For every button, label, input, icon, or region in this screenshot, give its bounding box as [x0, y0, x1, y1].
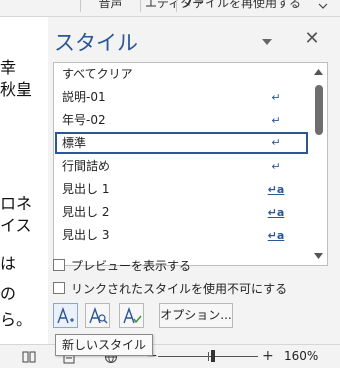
zoom-level[interactable]: 160% [284, 345, 318, 367]
styles-pane: スタイル ✕ すべてクリア 説明-01 ↵ 年号-02 ↵ 標準 ↵ 行間詰め [48, 17, 340, 344]
manage-styles-button[interactable] [119, 303, 144, 328]
style-item-heading-3[interactable]: 見出し 3 ↵a [55, 225, 308, 247]
style-inspector-icon [88, 306, 107, 323]
document-text: イス [0, 216, 32, 235]
style-list-scrollbar[interactable] [310, 63, 327, 265]
manage-styles-icon [122, 306, 142, 323]
document-text: は [0, 254, 17, 273]
ribbon: 音声 エディター ファイルを再使用する [0, 0, 340, 17]
status-bar: − + 160% [0, 344, 340, 368]
disable-linked-styles-checkbox[interactable] [53, 282, 65, 294]
disable-linked-styles-label: リンクされたスタイルを使用不可にする [71, 281, 288, 296]
paragraph-mark-icon: ↵ [271, 136, 281, 149]
style-item-label: 見出し 3 [62, 228, 110, 242]
paragraph-mark-icon: ↵ [271, 160, 281, 173]
ribbon-button-voice[interactable]: 音声 [80, 0, 140, 12]
document-text: の [0, 284, 17, 303]
style-item-label: 年号-02 [62, 113, 106, 127]
linked-style-icon: ↵a [267, 183, 285, 196]
scroll-down-arrow-icon[interactable] [313, 251, 324, 261]
close-icon[interactable]: ✕ [302, 29, 322, 49]
style-list: すべてクリア 説明-01 ↵ 年号-02 ↵ 標準 ↵ 行間詰め ↵ 見出し 1… [53, 62, 328, 266]
document-text: ロネ [0, 194, 33, 213]
style-item-label: すべてクリア [62, 67, 133, 81]
style-item-label: 見出し 1 [62, 182, 110, 196]
options-button[interactable]: オプション... [159, 303, 233, 328]
zoom-slider-center-mark [208, 352, 209, 361]
paragraph-mark-icon: ↵ [271, 114, 281, 127]
document-text: 幸 [0, 58, 17, 77]
style-item-clear-all[interactable]: すべてクリア [55, 64, 308, 86]
style-inspector-button[interactable] [85, 303, 110, 328]
linked-style-icon: ↵a [267, 206, 285, 219]
paragraph-mark-icon: ↵ [271, 91, 281, 104]
linked-style-icon: ↵a [267, 229, 285, 242]
show-preview-label: プレビューを表示する [71, 258, 192, 273]
document-text: ら。 [0, 310, 33, 329]
style-item-year-02[interactable]: 年号-02 ↵ [55, 110, 308, 132]
pane-title: スタイル [54, 31, 138, 55]
document-text: 秋皇 [0, 80, 33, 99]
chevron-down-icon[interactable] [316, 0, 330, 12]
style-item-description-01[interactable]: 説明-01 ↵ [55, 87, 308, 109]
style-item-heading-2[interactable]: 見出し 2 ↵a [55, 202, 308, 224]
scroll-up-arrow-icon[interactable] [313, 67, 324, 77]
tooltip: 新しいスタイル [55, 334, 154, 356]
disable-linked-styles-option[interactable]: リンクされたスタイルを使用不可にする [53, 280, 287, 296]
pane-options-dropdown-icon[interactable] [261, 37, 273, 47]
style-item-label: 標準 [62, 136, 87, 150]
ribbon-button-reuse-file[interactable]: ファイルを再使用する [176, 0, 316, 12]
show-preview-checkbox[interactable] [53, 259, 65, 271]
show-preview-option[interactable]: プレビューを表示する [53, 257, 191, 273]
style-item-label: 説明-01 [62, 90, 106, 104]
style-item-label: 行間詰め [62, 159, 111, 173]
scrollbar-thumb[interactable] [315, 85, 323, 135]
new-style-icon [56, 306, 74, 323]
new-style-button[interactable] [53, 303, 78, 328]
zoom-slider-thumb[interactable] [211, 350, 215, 362]
style-item-normal[interactable]: 標準 ↵ [55, 132, 308, 154]
zoom-in-button[interactable]: + [262, 345, 274, 367]
word-window: 音声 エディター ファイルを再使用する 22 幸 秋皇 ロネ イス は の ら。… [0, 0, 340, 368]
style-item-heading-1[interactable]: 見出し 1 ↵a [55, 179, 308, 201]
style-item-label: 見出し 2 [62, 205, 110, 219]
read-mode-icon[interactable] [22, 350, 36, 364]
style-item-no-spacing[interactable]: 行間詰め ↵ [55, 156, 308, 178]
